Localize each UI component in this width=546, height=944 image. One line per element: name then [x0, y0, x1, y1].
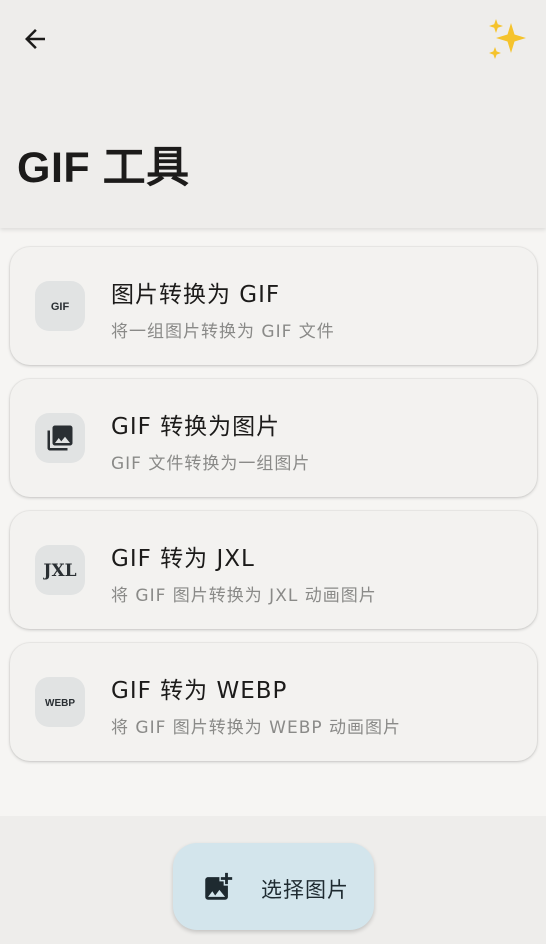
image-collection-icon	[47, 425, 73, 451]
tool-title: GIF 转为 JXL	[111, 546, 255, 572]
tool-icon-container: JXL	[35, 545, 85, 595]
sparkles-icon	[489, 19, 526, 59]
tool-subtitle: 将 GIF 图片转换为 WEBP 动画图片	[111, 718, 402, 738]
svg-text:GIF: GIF	[51, 301, 70, 313]
tool-title: GIF 转为 WEBP	[111, 678, 288, 704]
tool-icon-container: GIF	[35, 281, 85, 331]
tool-card-images-to-gif[interactable]: GIF 图片转换为 GIF 将一组图片转换为 GIF 文件	[10, 247, 537, 365]
tool-icon-container	[35, 413, 85, 463]
svg-text:JXL: JXL	[43, 561, 77, 581]
tool-card-gif-to-jxl[interactable]: JXL GIF 转为 JXL 将 GIF 图片转换为 JXL 动画图片	[10, 511, 537, 629]
tool-list: GIF 图片转换为 GIF 将一组图片转换为 GIF 文件 GIF 转换为图片 …	[10, 247, 537, 775]
tool-subtitle: 将 GIF 图片转换为 JXL 动画图片	[111, 586, 377, 606]
tool-subtitle: GIF 文件转换为一组图片	[111, 454, 311, 474]
tool-card-gif-to-webp[interactable]: WEBP GIF 转为 WEBP 将 GIF 图片转换为 WEBP 动画图片	[10, 643, 537, 761]
tool-subtitle: 将一组图片转换为 GIF 文件	[111, 322, 335, 342]
top-app-bar: GIF 工具	[0, 0, 546, 228]
pick-image-button[interactable]: 选择图片	[173, 843, 374, 930]
page-title: GIF 工具	[17, 144, 190, 192]
tool-title: 图片转换为 GIF	[111, 282, 281, 308]
add-photo-icon	[205, 872, 233, 900]
gif-badge-icon: GIF	[51, 301, 70, 313]
svg-text:WEBP: WEBP	[45, 698, 75, 709]
jxl-logo-icon: JXL	[43, 561, 77, 581]
webp-badge-icon: WEBP	[45, 698, 75, 709]
tool-icon-container: WEBP	[35, 677, 85, 727]
sparkles-button[interactable]	[484, 16, 532, 64]
tool-card-gif-to-images[interactable]: GIF 转换为图片 GIF 文件转换为一组图片	[10, 379, 537, 497]
pick-image-label: 选择图片	[261, 878, 349, 902]
arrow-left-icon	[25, 29, 45, 49]
tool-title: GIF 转换为图片	[111, 414, 281, 440]
back-button[interactable]	[14, 18, 56, 60]
